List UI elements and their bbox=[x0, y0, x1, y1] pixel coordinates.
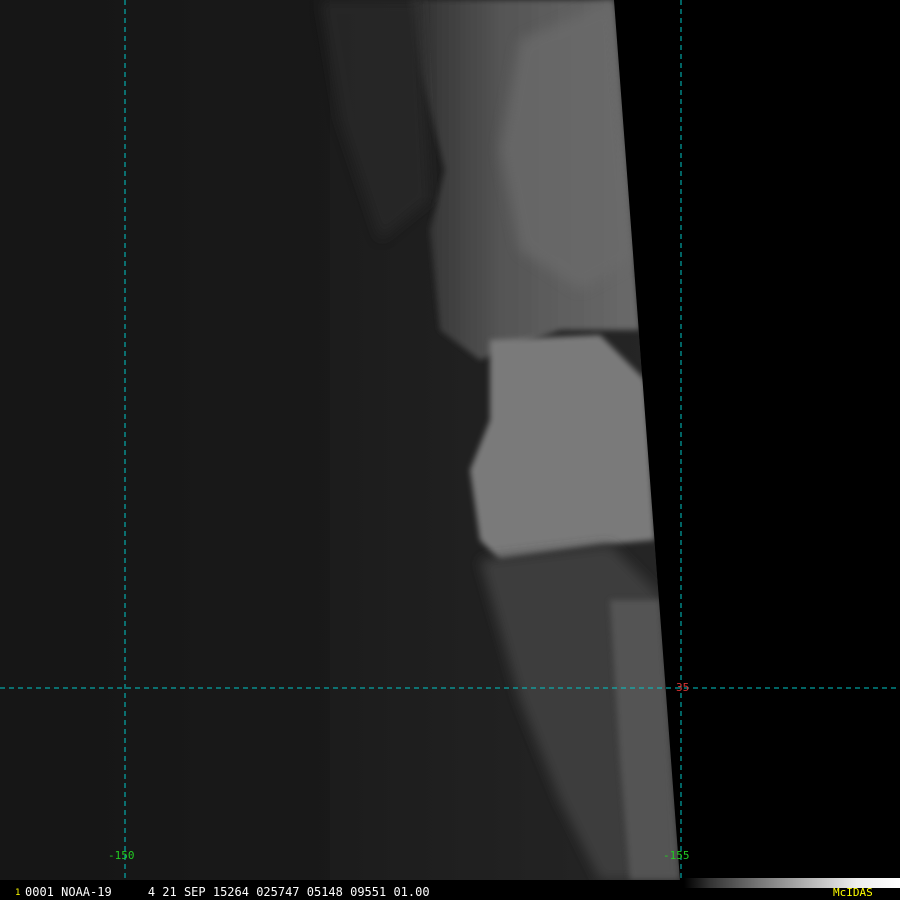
satellite-image bbox=[0, 0, 900, 880]
frame-marker: 1 bbox=[15, 888, 21, 898]
satellite-viewport: -150 -155 35 1 0001 NOAA-19 4 21 SEP 152… bbox=[0, 0, 900, 900]
mcidas-logo: McIDAS bbox=[833, 886, 873, 899]
longitude-label: -155 bbox=[663, 849, 690, 862]
image-info-text: 0001 NOAA-19 4 21 SEP 15264 025747 05148… bbox=[25, 885, 430, 899]
cloud-block-bright bbox=[470, 335, 655, 560]
cloud-band-right bbox=[500, 0, 635, 290]
latitude-label: 35 bbox=[676, 681, 690, 694]
dark-region bbox=[0, 0, 330, 880]
longitude-label: -150 bbox=[108, 849, 135, 862]
